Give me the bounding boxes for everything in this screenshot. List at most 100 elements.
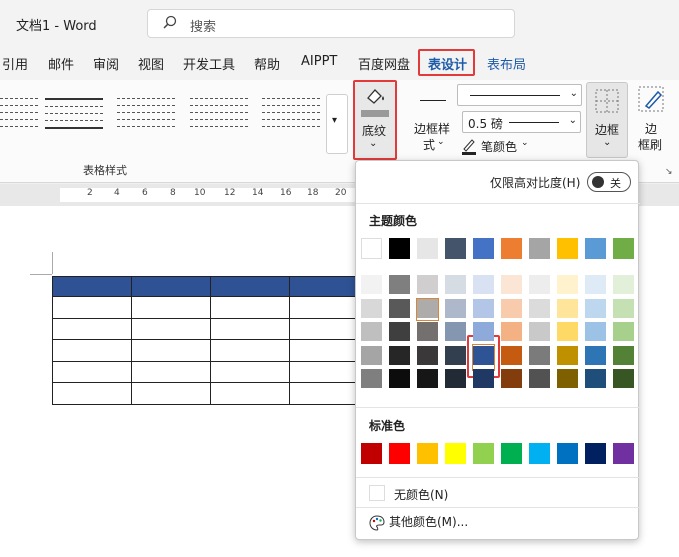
theme-shade-swatch[interactable] xyxy=(585,345,606,365)
tab-view[interactable]: 视图 xyxy=(138,54,164,73)
standard-color-swatch[interactable] xyxy=(417,443,438,464)
theme-shade-swatch[interactable] xyxy=(529,345,550,365)
theme-shade-swatch[interactable] xyxy=(557,275,578,294)
theme-shade-swatch[interactable] xyxy=(445,369,466,388)
tab-developer[interactable]: 开发工具 xyxy=(183,54,235,73)
theme-color-swatch[interactable] xyxy=(557,238,578,259)
theme-shade-swatch[interactable] xyxy=(473,298,494,318)
theme-color-swatch[interactable] xyxy=(529,238,550,259)
more-colors-item[interactable]: 其他颜色(M)... xyxy=(389,513,468,530)
theme-color-swatch[interactable] xyxy=(361,238,382,259)
theme-shade-swatch[interactable] xyxy=(473,322,494,341)
standard-color-swatch[interactable] xyxy=(445,443,466,464)
theme-shade-swatch[interactable] xyxy=(417,298,438,318)
theme-shade-swatch[interactable] xyxy=(557,322,578,341)
table-row[interactable] xyxy=(52,360,369,383)
theme-shade-swatch[interactable] xyxy=(361,298,382,318)
theme-shade-swatch[interactable] xyxy=(585,322,606,341)
standard-color-swatch[interactable] xyxy=(473,443,494,464)
theme-shade-swatch[interactable] xyxy=(529,369,550,388)
theme-shade-swatch[interactable] xyxy=(473,369,494,388)
theme-shade-swatch[interactable] xyxy=(613,298,634,318)
theme-shade-swatch[interactable] xyxy=(585,369,606,388)
standard-color-swatch[interactable] xyxy=(501,443,522,464)
theme-shade-swatch[interactable] xyxy=(501,298,522,318)
table-style-thumb-1[interactable] xyxy=(0,98,38,138)
theme-shade-swatch[interactable] xyxy=(501,275,522,294)
theme-shade-swatch[interactable] xyxy=(557,345,578,365)
table-header-row[interactable] xyxy=(52,276,369,297)
table-style-thumb-4[interactable] xyxy=(190,98,248,138)
theme-color-swatch[interactable] xyxy=(613,238,634,259)
theme-shade-swatch[interactable] xyxy=(501,322,522,341)
no-color-item[interactable]: 无颜色(N) xyxy=(394,486,448,503)
standard-color-swatch[interactable] xyxy=(529,443,550,464)
theme-shade-swatch[interactable] xyxy=(557,369,578,388)
tab-review[interactable]: 审阅 xyxy=(93,54,119,73)
standard-color-swatch[interactable] xyxy=(361,443,382,464)
theme-shade-swatch[interactable] xyxy=(445,298,466,318)
table-style-thumb-2[interactable] xyxy=(45,98,103,138)
table-style-thumb-5[interactable] xyxy=(262,98,320,138)
theme-shade-swatch[interactable] xyxy=(389,345,410,365)
standard-color-swatch[interactable] xyxy=(389,443,410,464)
theme-color-swatch[interactable] xyxy=(417,238,438,259)
theme-shade-swatch[interactable] xyxy=(585,298,606,318)
table-styles-more-button[interactable]: ▾ xyxy=(326,94,348,154)
standard-color-swatch[interactable] xyxy=(585,443,606,464)
theme-shade-swatch[interactable] xyxy=(613,345,634,365)
tab-baidu[interactable]: 百度网盘 xyxy=(358,54,410,73)
theme-shade-swatch[interactable] xyxy=(389,369,410,388)
theme-shade-swatch[interactable] xyxy=(613,322,634,341)
theme-shade-swatch[interactable] xyxy=(417,275,438,294)
theme-shade-swatch[interactable] xyxy=(417,345,438,365)
tab-aippt[interactable]: AIPPT xyxy=(301,54,337,69)
theme-color-swatch[interactable] xyxy=(389,238,410,259)
theme-shade-swatch[interactable] xyxy=(417,322,438,341)
borders-button[interactable]: 边框 ⌄ xyxy=(586,82,628,158)
line-style-dropdown[interactable]: ⌄ xyxy=(457,84,582,106)
theme-shade-swatch[interactable] xyxy=(361,345,382,365)
theme-shade-swatch[interactable] xyxy=(361,275,382,294)
table-style-thumb-3[interactable] xyxy=(117,98,175,138)
theme-color-swatch[interactable] xyxy=(445,238,466,259)
pen-color-label[interactable]: 笔颜色 xyxy=(481,138,517,155)
table-row[interactable] xyxy=(52,296,369,319)
table-row[interactable] xyxy=(52,339,369,362)
theme-shade-swatch[interactable] xyxy=(529,322,550,341)
dialog-launcher-icon[interactable]: ↘ xyxy=(665,167,673,177)
theme-shade-swatch[interactable] xyxy=(389,322,410,341)
tab-mailings[interactable]: 邮件 xyxy=(48,54,74,73)
theme-shade-swatch[interactable] xyxy=(445,275,466,294)
theme-shade-swatch[interactable] xyxy=(501,345,522,365)
theme-shade-swatch[interactable] xyxy=(473,345,494,365)
theme-shade-swatch[interactable] xyxy=(361,369,382,388)
theme-shade-swatch[interactable] xyxy=(557,298,578,318)
theme-shade-swatch[interactable] xyxy=(529,298,550,318)
search-box[interactable]: 搜索 xyxy=(147,9,515,38)
theme-color-swatch[interactable] xyxy=(473,238,494,259)
standard-color-swatch[interactable] xyxy=(613,443,634,464)
border-painter-icon[interactable] xyxy=(638,86,666,117)
document-table[interactable] xyxy=(52,276,369,405)
theme-shade-swatch[interactable] xyxy=(501,369,522,388)
theme-shade-swatch[interactable] xyxy=(445,345,466,365)
table-row[interactable] xyxy=(52,382,369,405)
pen-weight-dropdown[interactable]: 0.5 磅 ⌄ xyxy=(462,111,581,133)
theme-color-swatch[interactable] xyxy=(585,238,606,259)
theme-shade-swatch[interactable] xyxy=(389,275,410,294)
tab-references[interactable]: 引用 xyxy=(2,54,28,73)
table-row[interactable] xyxy=(52,317,369,340)
theme-shade-swatch[interactable] xyxy=(529,275,550,294)
tab-layout[interactable]: 表布局 xyxy=(487,54,526,73)
theme-shade-swatch[interactable] xyxy=(389,298,410,318)
tab-help[interactable]: 帮助 xyxy=(254,54,280,73)
theme-shade-swatch[interactable] xyxy=(473,275,494,294)
theme-shade-swatch[interactable] xyxy=(445,322,466,341)
theme-color-swatch[interactable] xyxy=(501,238,522,259)
theme-shade-swatch[interactable] xyxy=(417,369,438,388)
theme-shade-swatch[interactable] xyxy=(361,322,382,341)
high-contrast-toggle[interactable]: 关 xyxy=(587,172,631,192)
theme-shade-swatch[interactable] xyxy=(613,369,634,388)
standard-color-swatch[interactable] xyxy=(557,443,578,464)
